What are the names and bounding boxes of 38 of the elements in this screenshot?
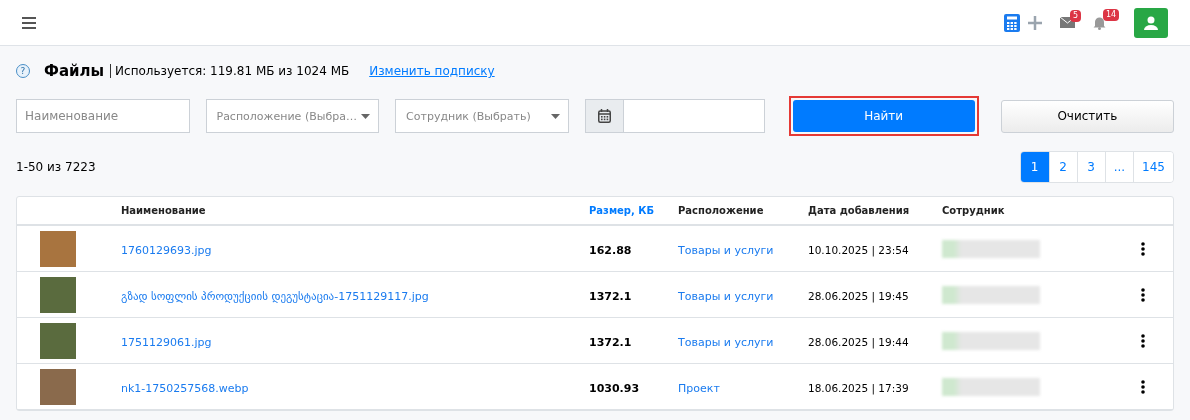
clear-button[interactable]: Очистить xyxy=(1000,99,1174,133)
file-name-link[interactable]: nk1-1750257568.webp xyxy=(121,382,249,395)
page-button[interactable]: 3 xyxy=(1076,152,1105,182)
date-added: 28.06.2025 | 19:44 xyxy=(808,336,909,348)
date-added: 28.06.2025 | 19:45 xyxy=(808,290,909,302)
file-name-link[interactable]: 1751129061.jpg xyxy=(121,336,212,349)
date-added: 10.10.2025 | 23:54 xyxy=(808,244,909,256)
name-input[interactable]: Наименование xyxy=(16,99,190,133)
page-button[interactable]: ... xyxy=(1104,152,1134,182)
results-count: 1-50 из 7223 xyxy=(16,160,96,174)
page-button[interactable]: 2 xyxy=(1048,152,1077,182)
file-size: 1030.93 xyxy=(589,382,640,395)
page-title: Файлы xyxy=(44,62,105,80)
location-select[interactable]: Расположение (Выбра… xyxy=(205,99,380,133)
location-link[interactable]: Проект xyxy=(678,382,720,395)
file-size: 1372.1 xyxy=(589,336,632,349)
column-header[interactable]: Расположение xyxy=(678,205,808,216)
storage-usage: Используется: 119.81 МБ из 1024 МБ xyxy=(110,64,350,78)
date-added: 18.06.2025 | 17:39 xyxy=(808,382,909,394)
find-button[interactable]: Найти xyxy=(792,100,975,132)
location-link[interactable]: Товары и услуги xyxy=(678,244,774,257)
location-link[interactable]: Товары и услуги xyxy=(678,290,774,303)
file-name-link[interactable]: გზად სოფლის პროდუქციის დეგუსტაცია-1751129117.jpg xyxy=(121,290,429,303)
column-header[interactable]: Наименование xyxy=(121,205,589,216)
file-name-link[interactable]: 1760129693.jpg xyxy=(121,244,212,257)
count-badge: 5 xyxy=(1070,10,1082,22)
change-subscription-link[interactable]: Изменить подписку xyxy=(369,64,495,78)
page-button[interactable]: 1 xyxy=(1020,152,1049,182)
page-button[interactable]: 145 xyxy=(1133,152,1173,182)
location-link[interactable]: Товары и услуги xyxy=(678,336,774,349)
help-button[interactable]: ? xyxy=(16,64,30,78)
column-header[interactable]: Размер, КБ xyxy=(589,205,678,216)
column-header[interactable]: Сотрудник xyxy=(942,205,1113,216)
file-size: 162.88 xyxy=(589,244,632,257)
employee-select[interactable]: Сотрудник (Выбрать) xyxy=(395,99,569,133)
count-badge: 14 xyxy=(1103,8,1120,21)
file-size: 1372.1 xyxy=(589,290,632,303)
column-header[interactable]: Дата добавления xyxy=(808,205,942,216)
